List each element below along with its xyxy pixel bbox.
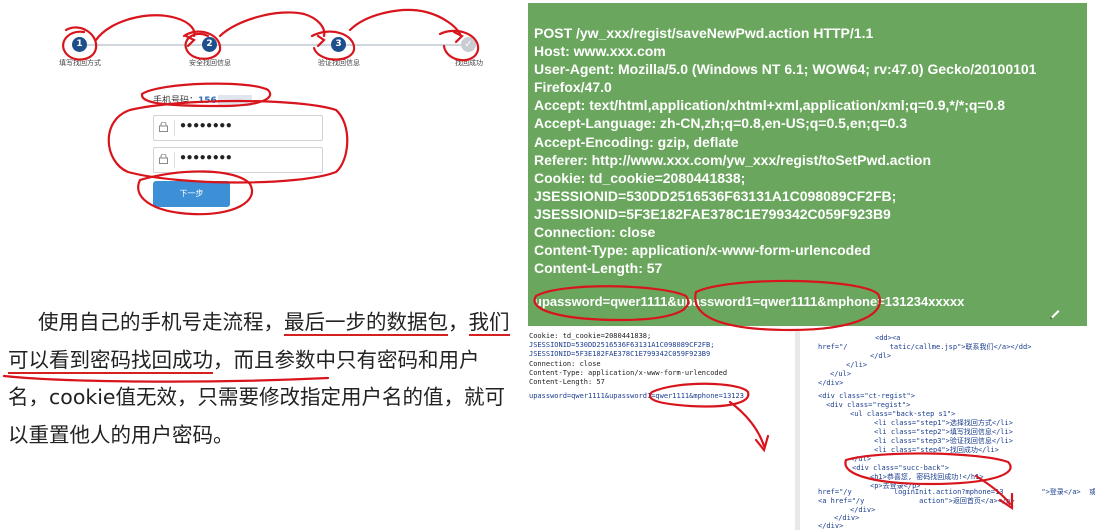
confirm-password-input[interactable]: ●●●●●●●● [153, 147, 323, 173]
code-line: <dd><a [875, 334, 901, 342]
code-line: Content-Length: 57 [529, 378, 605, 386]
http-request-panel: POST /yw_xxx/regist/saveNewPwd.action HT… [528, 3, 1087, 326]
description-seg3: ， [448, 310, 469, 334]
highlight-last-packet: 最后一步的数据包 [284, 310, 448, 336]
step-4-label: 找回成功 [455, 59, 483, 67]
password-mask: ●●●●●●●● [180, 120, 233, 131]
description-seg1: 使用自己的手机号走流程， [38, 310, 284, 334]
password-reset-form: 1 2 3 ✓ 填写找回方式 安全找回信息 验证找回信息 找回成功 手机号码：1… [0, 0, 520, 245]
code-line-params: upassword=qwer1111&upassword1=qwer1111&m… [529, 392, 744, 400]
code-line: <div class="succ-back"> [852, 464, 949, 472]
code-line: Connection: close [529, 360, 601, 368]
step-connector [80, 44, 210, 46]
code-line: JSESSIONID=5F3E182FAE378C1E799342C059F92… [529, 350, 711, 358]
step-3-label: 验证找回信息 [318, 59, 360, 67]
code-line: </li> [846, 361, 868, 369]
step-3-indicator: 3 [331, 37, 346, 52]
step-connector [340, 44, 468, 46]
code-line: <li class="step3">验证找回信息</li> [874, 437, 1013, 445]
code-line: </ul> [850, 455, 872, 463]
code-line: JSESSIONID=530DD2516536F63131A1C098089CF… [529, 341, 715, 349]
confirm-password-mask: ●●●●●●●● [180, 152, 233, 163]
pencil-icon [1050, 310, 1060, 319]
code-line: <div class="ct-regist"> [818, 392, 915, 400]
description-text: 使用自己的手机号走流程，最后一步的数据包，我们可以看到密码找回成功，而且参数中只… [8, 304, 518, 454]
code-line: href="/ tatic/callme.jsp">联系我们</a></dd> [818, 343, 1032, 351]
step-2-indicator: 2 [202, 37, 217, 52]
input-divider [174, 152, 175, 168]
code-line: <ul class="back-step s1"> [850, 410, 956, 418]
step-1-indicator: 1 [72, 37, 87, 52]
phone-number-row: 手机号码：156 [153, 93, 252, 106]
code-line: <div class="regist"> [826, 401, 911, 409]
code-line-success: <h1>恭喜您, 密码找回成功!</h1> [870, 473, 984, 481]
response-code-screenshot: <dd><a href="/ tatic/callme.jsp">联系我们</a… [800, 330, 1095, 530]
code-line: <li class="step2">填写找回信息</li> [874, 428, 1013, 436]
step-connector [210, 44, 340, 46]
http-request-headers: POST /yw_xxx/regist/saveNewPwd.action HT… [534, 25, 1037, 277]
step-4-check-icon: ✓ [461, 37, 476, 52]
input-divider [174, 120, 175, 136]
code-line: Cookie: td_cookie=2080441838; [529, 332, 652, 340]
phone-blur-mask [217, 95, 252, 106]
http-request-body: upassword=qwer1111&upassword1=qwer1111&m… [534, 294, 965, 309]
lock-icon [159, 154, 168, 164]
code-line: href="/y loginInit.action?mphone=13 ">登录… [818, 488, 1095, 496]
code-line: Content-Type: application/x-www-form-url… [529, 369, 728, 377]
code-line: </dl> [870, 352, 892, 360]
description-paragraph: 使用自己的手机号走流程，最后一步的数据包，我们可以看到密码找回成功，而且参数中只… [8, 304, 518, 454]
request-code-screenshot: Cookie: td_cookie=2080441838; JSESSIONID… [527, 330, 796, 530]
lock-icon [159, 122, 168, 132]
phone-value: 156 [198, 96, 217, 106]
code-line: <li class="step1">选择找回方式</li> [874, 419, 1013, 427]
new-password-input[interactable]: ●●●●●●●● [153, 115, 323, 141]
code-line: </ul> [830, 370, 852, 378]
step-1-label: 填写找回方式 [59, 59, 101, 67]
code-line: <li class="step4">找回成功</li> [874, 446, 999, 454]
next-step-button[interactable]: 下一步 [153, 181, 230, 207]
phone-label: 手机号码： [153, 96, 199, 106]
code-line: </div> [818, 379, 844, 387]
code-line: <a href="/y action">返回首页</a></p> [818, 497, 1015, 505]
step-2-label: 安全找回信息 [189, 59, 231, 67]
